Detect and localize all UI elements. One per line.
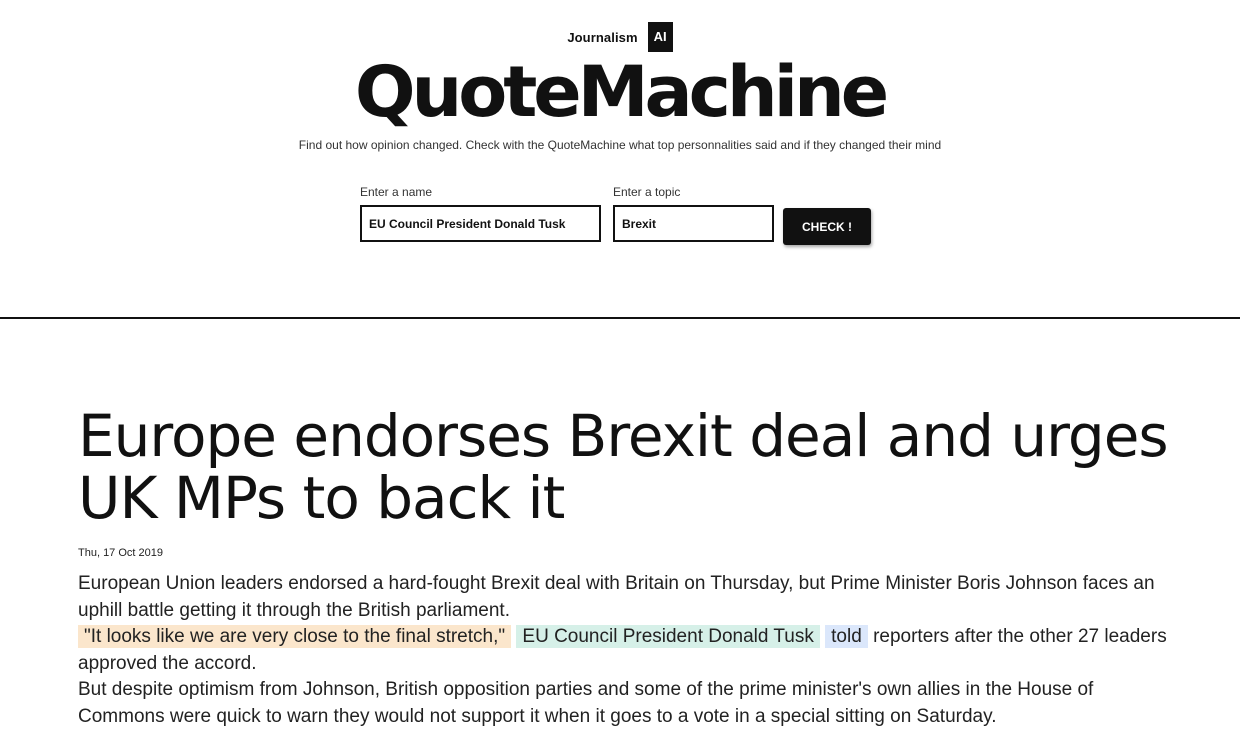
- article-title: Europe endorses Brexit deal and urges UK…: [78, 402, 1169, 532]
- article-body: European Union leaders endorsed a hard-f…: [78, 571, 1168, 730]
- article-paragraph-3: But despite optimism from Johnson, Briti…: [78, 679, 1094, 727]
- article-paragraph-1: European Union leaders endorsed a hard-f…: [78, 573, 1155, 621]
- topic-field-group: Enter a topic: [613, 185, 774, 242]
- speaker-highlight: EU Council President Donald Tusk: [516, 625, 820, 648]
- name-field-group: Enter a name: [360, 185, 601, 242]
- name-input[interactable]: [360, 205, 601, 242]
- brand-journalism-label: Journalism: [567, 29, 638, 45]
- article-date: Thu, 17 Oct 2019: [78, 547, 163, 559]
- brand-row: Journalism AI: [0, 22, 1240, 52]
- article: Europe endorses Brexit deal and urges UK…: [78, 402, 1169, 730]
- ai-badge: AI: [647, 22, 673, 52]
- site-header: Journalism AI QuoteMachine Find out how …: [0, 0, 1240, 318]
- topic-input[interactable]: [613, 205, 774, 242]
- name-field-label: Enter a name: [360, 185, 433, 199]
- header-divider: [0, 317, 1240, 319]
- quotemachine-logo[interactable]: QuoteMachine: [0, 52, 1240, 132]
- check-button[interactable]: CHECK !: [783, 208, 871, 245]
- quote-highlight: "It looks like we are very close to the …: [78, 625, 512, 648]
- verb-highlight: told: [825, 625, 868, 648]
- tagline: Find out how opinion changed. Check with…: [298, 138, 942, 152]
- topic-field-label: Enter a topic: [613, 185, 681, 199]
- article-paragraph-2: "It looks like we are very close to the …: [78, 624, 1168, 677]
